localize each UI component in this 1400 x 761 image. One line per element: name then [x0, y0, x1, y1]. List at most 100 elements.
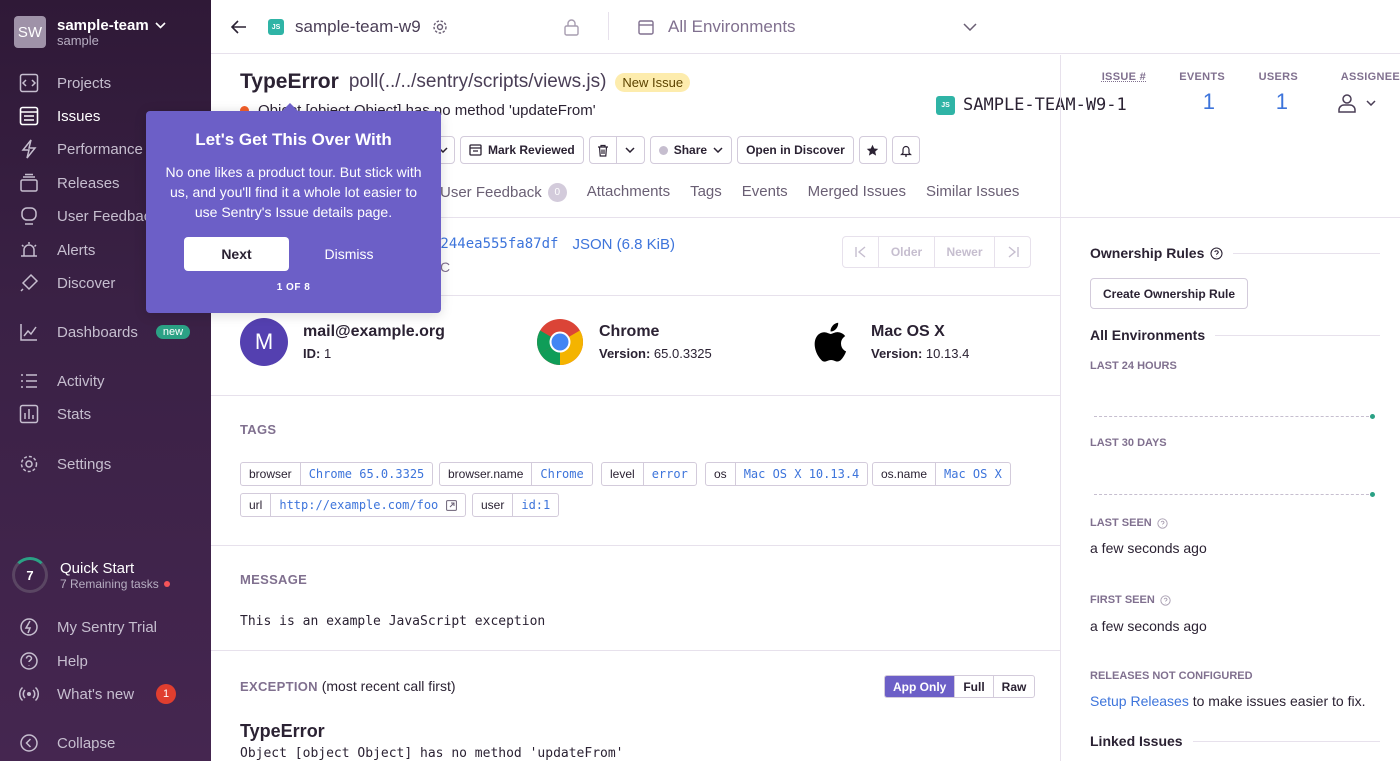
question-icon[interactable]: [1160, 594, 1171, 606]
sidebar-item-user-feedback[interactable]: User Feedback: [18, 205, 159, 227]
last-30-days-label: LAST 30 DAYS: [1090, 437, 1167, 449]
lock-icon: [564, 0, 579, 54]
sidebar-item-stats[interactable]: Stats: [18, 403, 91, 425]
tag-level[interactable]: level error: [601, 462, 697, 486]
browser-version: 65.0.3325: [653, 346, 712, 361]
sidebar-item-label: Issues: [57, 107, 101, 125]
releases-icon: [18, 172, 40, 194]
collapse-icon: [18, 732, 40, 754]
sidebar-item-releases[interactable]: Releases: [18, 172, 120, 194]
calendar-icon: [638, 20, 654, 35]
last-event-button[interactable]: [994, 237, 1030, 267]
all-environments-heading: All Environments: [1090, 327, 1206, 343]
releases-not-configured-label: RELEASES NOT CONFIGURED: [1090, 670, 1253, 682]
first-event-button[interactable]: [843, 237, 878, 267]
user-avatar: M: [240, 318, 288, 366]
newer-event-button[interactable]: Newer: [934, 237, 994, 267]
last-seen-value: a few seconds ago: [1090, 540, 1207, 556]
sidebar-item-help[interactable]: Help: [18, 650, 88, 672]
browser-context: Chrome Version: 65.0.3325: [536, 318, 712, 366]
back-button[interactable]: [231, 0, 247, 54]
tour-title: Let's Get This Over With: [195, 130, 392, 149]
raw-button[interactable]: Raw: [992, 676, 1035, 697]
org-avatar: SW: [14, 16, 46, 48]
older-event-button[interactable]: Older: [878, 237, 934, 267]
divider: [211, 650, 1060, 651]
lightning-icon: [18, 616, 40, 638]
sidebar-item-settings[interactable]: Settings: [18, 453, 111, 475]
notification-dot: [163, 580, 170, 587]
os-context: Mac OS X Version: 10.13.4: [808, 318, 969, 366]
settings-icon: [18, 453, 40, 475]
tag-os[interactable]: os Mac OS X 10.13.4: [705, 462, 869, 486]
full-button[interactable]: Full: [954, 676, 992, 697]
last-seen-label: LAST SEEN: [1090, 517, 1152, 529]
alerts-icon: [18, 239, 40, 261]
projects-icon: [18, 72, 40, 94]
chevron-down-icon: [963, 23, 977, 31]
app-only-button[interactable]: App Only: [885, 676, 955, 697]
tour-dismiss-button[interactable]: Dismiss: [314, 237, 384, 271]
sidebar-item-activity[interactable]: Activity: [18, 370, 105, 392]
performance-icon: [18, 138, 40, 160]
question-icon[interactable]: [1157, 517, 1168, 529]
org-switcher[interactable]: SW sample-team sample: [14, 16, 166, 48]
event-id[interactable]: b244ea555fa87df: [432, 236, 558, 253]
exception-hint: (most recent call first): [321, 678, 456, 694]
message-heading: MESSAGE: [240, 572, 308, 587]
exception-type: TypeError: [240, 721, 325, 741]
divider: [1215, 334, 1380, 336]
whats-new-count: 1: [156, 684, 177, 704]
sidebar-item-label: Performance: [57, 140, 143, 158]
os-name: Mac OS X: [871, 323, 945, 340]
user-email: mail@example.org: [303, 323, 445, 340]
sidebar-collapse[interactable]: Collapse: [18, 732, 115, 754]
user-feedback-icon: [18, 205, 40, 227]
skip-first-icon: [854, 246, 865, 258]
event-pager: Older Newer: [842, 236, 1031, 268]
tag-user[interactable]: user id:1: [472, 493, 560, 517]
sidebar-item-label: Alerts: [57, 241, 96, 259]
chevron-down-icon: [155, 21, 166, 29]
project-selector[interactable]: JS sample-team-w9: [268, 0, 448, 54]
tag-os-name[interactable]: os.name Mac OS X: [872, 462, 1011, 486]
sidebar-item-issues[interactable]: Issues: [18, 105, 100, 127]
sidebar-item-label: User Feedback: [57, 207, 159, 225]
issues-icon: [18, 105, 40, 127]
sidebar-item-whats-new[interactable]: What's new 1: [18, 683, 177, 705]
question-icon[interactable]: [1210, 246, 1223, 260]
apple-logo-icon: [814, 322, 847, 362]
broadcast-icon: [18, 683, 40, 705]
sidebar-item-label: Releases: [57, 174, 120, 192]
user-id: 1: [323, 346, 332, 361]
sidebar-item-projects[interactable]: Projects: [18, 72, 111, 94]
quick-start-remaining: 7 Remaining tasks: [60, 576, 159, 591]
arrow-left-icon: [231, 20, 246, 34]
divider: [608, 12, 609, 40]
external-link-icon[interactable]: [446, 499, 458, 511]
json-link[interactable]: JSON (6.8 KiB): [572, 236, 675, 253]
skip-last-icon: [1008, 246, 1019, 258]
org-slug: sample: [57, 32, 99, 48]
exception-value: Object [object Object] has no method 'up…: [240, 746, 624, 761]
sidebar-item-performance[interactable]: Performance: [18, 138, 143, 160]
sidebar-item-label: My Sentry Trial: [57, 618, 158, 636]
tag-browser[interactable]: browser Chrome 65.0.3325: [240, 462, 434, 486]
create-ownership-rule-button[interactable]: Create Ownership Rule: [1090, 278, 1249, 309]
tour-next-button[interactable]: Next: [184, 237, 289, 271]
sidebar-item-trial[interactable]: My Sentry Trial: [18, 616, 157, 638]
divider: [211, 545, 1060, 546]
help-icon: [18, 650, 40, 672]
gear-icon[interactable]: [432, 19, 448, 35]
tag-url[interactable]: url http://example.com/foo: [240, 493, 467, 517]
tag-browser-name[interactable]: browser.name Chrome: [439, 462, 593, 486]
setup-releases-link[interactable]: Setup Releases: [1090, 693, 1189, 709]
sidebar-item-dashboards[interactable]: Dashboards new: [18, 321, 191, 343]
sidebar-item-label: Collapse: [57, 734, 116, 752]
quick-start[interactable]: 7 Quick Start 7 Remaining tasks: [12, 557, 170, 593]
tour-body: No one likes a product tour. But stick w…: [165, 164, 422, 220]
sidebar-item-label: Settings: [57, 455, 112, 473]
sidebar-item-alerts[interactable]: Alerts: [18, 239, 95, 261]
environment-selector[interactable]: All Environments: [638, 0, 978, 54]
sidebar-item-discover[interactable]: Discover: [18, 272, 115, 294]
